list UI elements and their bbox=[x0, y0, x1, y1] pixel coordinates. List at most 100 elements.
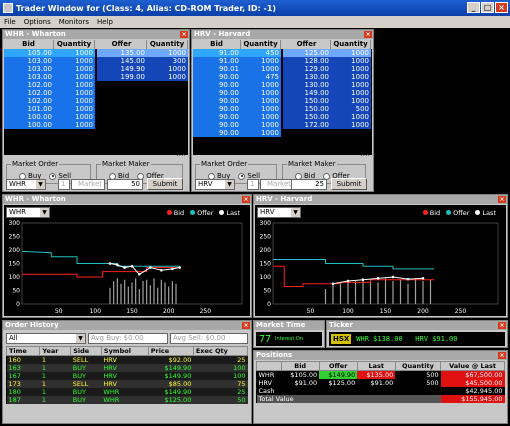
offer-price[interactable]: 145.00 bbox=[97, 57, 147, 65]
bid-quantity: 1000 bbox=[241, 113, 281, 121]
close-icon[interactable]: × bbox=[242, 196, 250, 203]
last-point bbox=[123, 266, 126, 269]
close-icon[interactable]: × bbox=[498, 196, 506, 203]
chevron-down-icon: ▼ bbox=[40, 208, 49, 217]
minimize-button[interactable]: _ bbox=[467, 2, 480, 13]
offer-price[interactable] bbox=[97, 121, 147, 129]
legend-item: Last bbox=[475, 209, 496, 217]
order-book-row: 100.00 1000 bbox=[4, 113, 188, 121]
bid-price[interactable]: 90.00 bbox=[193, 129, 241, 137]
bid-price[interactable]: 102.00 bbox=[4, 89, 54, 97]
order-qty-field[interactable]: 1 bbox=[58, 179, 70, 190]
offer-price[interactable] bbox=[97, 105, 147, 113]
offer-price[interactable]: 135.00 bbox=[97, 49, 147, 57]
bid-price[interactable]: 90.00 bbox=[193, 105, 241, 113]
order-book-row: 105.00 1000 135.00 1000 bbox=[4, 49, 188, 57]
quantity-field[interactable]: 50 bbox=[107, 179, 143, 190]
offer-price[interactable]: 130.00 bbox=[283, 81, 331, 89]
offer-price[interactable] bbox=[97, 89, 147, 97]
offer-price[interactable]: 172.00 bbox=[283, 121, 331, 129]
offer-price[interactable] bbox=[97, 113, 147, 121]
history-filter-select[interactable]: All ▼ bbox=[6, 333, 86, 344]
menu-help[interactable]: Help bbox=[97, 18, 113, 26]
table-row[interactable]: 173 1 SELL HRV $85.00 75 bbox=[6, 380, 248, 388]
table-row[interactable]: 187 1 BUY WHR $125.00 50 bbox=[6, 396, 248, 404]
positions-column-header: Bid bbox=[280, 361, 320, 371]
last-point bbox=[361, 278, 365, 281]
table-row[interactable]: 163 1 BUY HRV $149.90 100 bbox=[6, 364, 248, 372]
chart-symbol-select[interactable]: WHR ▼ bbox=[6, 207, 50, 218]
bid-price[interactable]: 90.00 bbox=[193, 81, 241, 89]
chart-symbol-value: WHR bbox=[9, 208, 27, 216]
bid-price[interactable]: 90.00 bbox=[193, 73, 241, 81]
table-row[interactable]: HRV $91.00 $125.00 $91.00 500 $45,500.00 bbox=[256, 379, 505, 387]
offer-price[interactable] bbox=[97, 97, 147, 105]
bid-price[interactable]: 103.00 bbox=[4, 65, 54, 73]
order-book-row: 102.00 1000 bbox=[4, 81, 188, 89]
bid-price[interactable]: 103.00 bbox=[4, 57, 54, 65]
close-button[interactable]: × bbox=[495, 2, 508, 13]
order-book-row: 90.00 1000 130.00 1000 bbox=[193, 81, 372, 89]
bid-price[interactable]: 102.00 bbox=[4, 97, 54, 105]
bid-price[interactable]: 90.01 bbox=[193, 65, 241, 73]
column-header: Offer bbox=[283, 40, 331, 49]
submit-button[interactable]: Submit bbox=[147, 178, 183, 190]
close-icon[interactable]: × bbox=[180, 31, 188, 38]
bid-price[interactable]: 100.00 bbox=[4, 113, 54, 121]
legend-label: Offer bbox=[197, 209, 214, 217]
close-icon[interactable]: × bbox=[498, 352, 506, 359]
close-icon[interactable]: × bbox=[498, 322, 506, 329]
order-book-grid: Bid Quantity Offer Quantity 105.00 1000 135.00… bbox=[4, 40, 188, 155]
offer-price[interactable]: 150.00 bbox=[283, 105, 331, 113]
offer-price[interactable] bbox=[283, 129, 331, 137]
order-type-field[interactable]: Market bbox=[71, 179, 105, 190]
close-icon[interactable]: × bbox=[364, 31, 372, 38]
offer-price[interactable]: 130.00 bbox=[283, 73, 331, 81]
offer-quantity bbox=[147, 121, 188, 129]
bid-price[interactable]: 100.00 bbox=[4, 121, 54, 129]
menu-options[interactable]: Options bbox=[24, 18, 51, 26]
offer-price[interactable]: 150.00 bbox=[283, 113, 331, 121]
close-icon[interactable]: × bbox=[242, 322, 250, 329]
bid-price[interactable]: 102.00 bbox=[4, 81, 54, 89]
bid-price[interactable]: 105.00 bbox=[4, 49, 54, 57]
table-row[interactable]: 160 1 SELL HRV $92.00 25 bbox=[6, 355, 248, 364]
order-type-field[interactable]: Market bbox=[260, 179, 294, 190]
bid-price[interactable]: 91.00 bbox=[193, 49, 241, 57]
bid-price[interactable]: 103.00 bbox=[4, 73, 54, 81]
offer-price[interactable]: 150.00 bbox=[283, 97, 331, 105]
bid-quantity: 1000 bbox=[241, 81, 281, 89]
submit-button[interactable]: Submit bbox=[331, 178, 367, 190]
collapse-icon[interactable]: ^^ bbox=[176, 154, 186, 161]
bid-price[interactable]: 101.00 bbox=[4, 105, 54, 113]
menu-file[interactable]: File bbox=[4, 18, 16, 26]
offer-price[interactable]: 125.00 bbox=[283, 49, 331, 57]
legend-label: Bid bbox=[173, 209, 185, 217]
offer-price[interactable]: 149.00 bbox=[283, 89, 331, 97]
symbol-select[interactable]: WHR ▼ bbox=[6, 179, 46, 190]
offer-price[interactable]: 129.00 bbox=[283, 65, 331, 73]
bid-price[interactable]: 90.00 bbox=[193, 113, 241, 121]
bid-price[interactable]: 90.00 bbox=[193, 89, 241, 97]
symbol-select[interactable]: HRV ▼ bbox=[195, 179, 235, 190]
bid-price[interactable]: 90.00 bbox=[193, 121, 241, 129]
offer-price[interactable] bbox=[97, 81, 147, 89]
maximize-button[interactable]: □ bbox=[481, 2, 494, 13]
y-tick-label: 250 bbox=[9, 234, 21, 241]
y-tick-label: 150 bbox=[260, 261, 272, 268]
bid-price[interactable]: 90.00 bbox=[193, 97, 241, 105]
offer-price[interactable]: 149.90 bbox=[97, 65, 147, 73]
menu-monitors[interactable]: Monitors bbox=[59, 18, 89, 26]
collapse-icon[interactable]: ^^ bbox=[360, 154, 370, 161]
offer-price[interactable]: 128.00 bbox=[283, 57, 331, 65]
table-row[interactable]: WHR $105.00 $149.90 $135.00 500 $67,500.00 bbox=[256, 370, 505, 379]
chart-symbol-select[interactable]: HRV ▼ bbox=[257, 207, 301, 218]
table-row[interactable]: Cash $42,945.00 bbox=[256, 387, 505, 395]
bid-price[interactable]: 91.00 bbox=[193, 57, 241, 65]
table-row[interactable]: 180 1 BUY WHR $149.90 25 bbox=[6, 388, 248, 396]
offer-price[interactable]: 199.00 bbox=[97, 73, 147, 81]
table-row[interactable]: 167 1 BUY HRV $149.90 100 bbox=[6, 372, 248, 380]
history-column-header: Side bbox=[70, 346, 102, 356]
quantity-field[interactable]: 25 bbox=[291, 179, 327, 190]
order-qty-field[interactable]: 1 bbox=[247, 179, 259, 190]
